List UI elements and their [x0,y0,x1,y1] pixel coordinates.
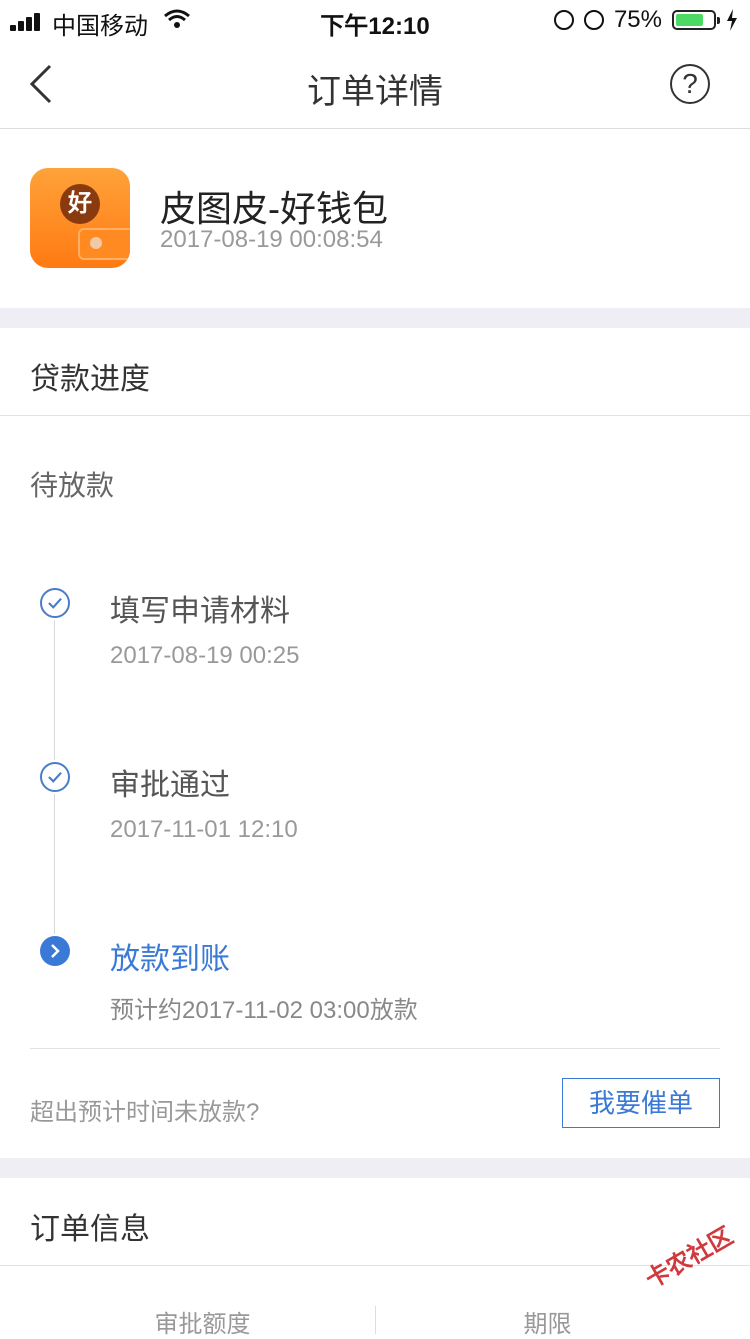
timeline-step-time: 2017-11-01 12:10 [110,816,298,843]
app-logo-badge: 好 [60,184,100,224]
check-circle-icon [40,588,70,618]
battery-percent: 75% [613,6,662,33]
alarm-icon [583,10,604,30]
divider [0,415,750,416]
battery-icon [672,10,720,30]
app-name: 皮图皮-好钱包 [160,188,388,229]
loan-status: 待放款 [30,470,115,501]
watermark-logo: 卡农社区 [641,1222,738,1294]
timeline-step-time: 2017-08-19 00:25 [110,642,300,669]
app-order-datetime: 2017-08-19 00:08:54 [160,226,383,253]
current-step-arrow-icon [40,936,70,966]
section-gap [0,1158,750,1178]
timeline-step-title-current: 放款到账 [110,943,230,976]
timeline-step-title: 填写申请材料 [110,595,290,628]
orientation-lock-icon [553,10,574,30]
nav-bar: 订单详情 ? [0,40,750,129]
timeline-connector [54,794,55,934]
section-gap [0,308,750,328]
order-info-section-title: 订单信息 [30,1213,150,1246]
charging-bolt-icon [727,9,737,31]
page-title: 订单详情 [307,73,443,111]
status-right-group: 75% [553,6,738,34]
help-icon[interactable]: ? [670,64,710,104]
urge-order-button[interactable]: 我要催单 [562,1078,720,1128]
battery-fill [676,14,703,26]
urge-question: 超出预计时间未放款? [30,1099,260,1126]
divider [30,1048,720,1049]
wallet-icon [78,228,130,260]
app-logo-icon: 好 [30,168,130,268]
check-circle-icon [40,762,70,792]
status-bar: 中国移动 下午12:10 75% [0,0,750,40]
progress-section-title: 贷款进度 [30,363,150,396]
timeline-connector [54,620,55,760]
timeline-step-estimate: 预计约2017-11-02 03:00放款 [110,997,418,1024]
timeline-step-title: 审批通过 [110,769,230,802]
